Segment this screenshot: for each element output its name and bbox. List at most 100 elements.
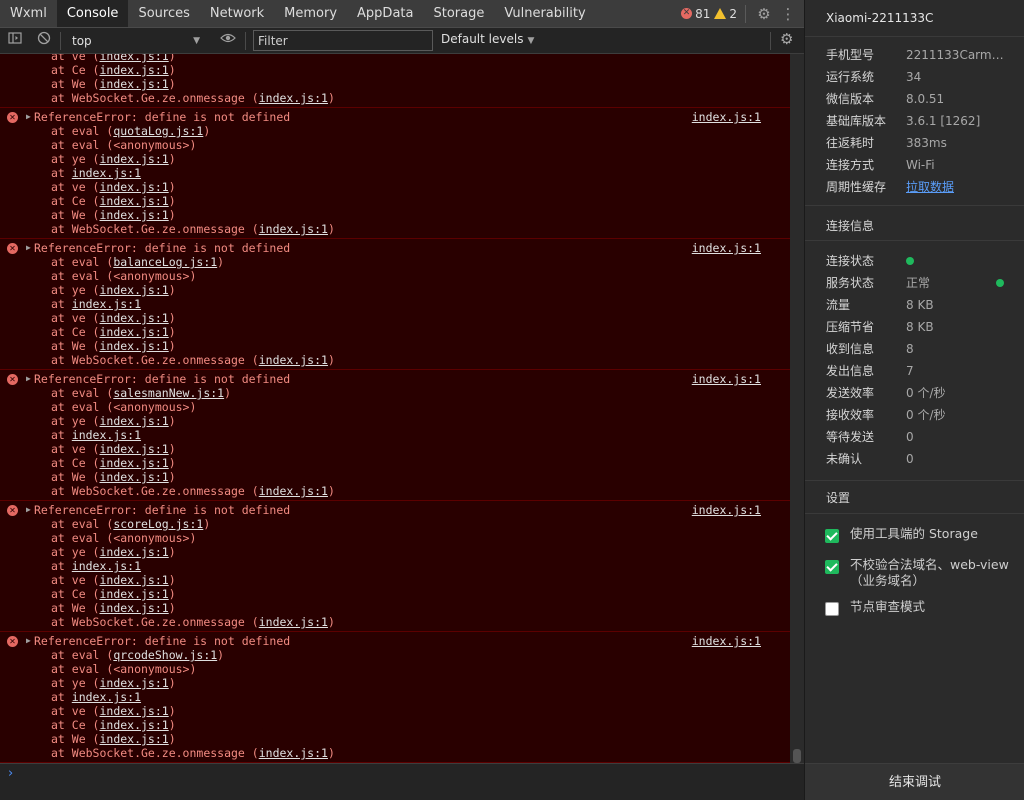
frame-source-link[interactable]: index.js:1	[99, 180, 168, 194]
frame-source-link[interactable]: index.js:1	[259, 222, 328, 236]
error-source-link[interactable]: index.js:1	[692, 503, 761, 517]
frame-source-link[interactable]: index.js:1	[99, 704, 168, 718]
setting-label[interactable]: 节点审查模式	[850, 599, 1010, 615]
frame-source-link[interactable]: index.js:1	[99, 54, 168, 63]
setting-label[interactable]: 使用工具端的 Storage	[850, 526, 1010, 542]
frame-source-link[interactable]: index.js:1	[99, 456, 168, 470]
warning-count[interactable]: 2	[714, 7, 737, 21]
frame-source-link[interactable]: index.js:1	[99, 545, 168, 559]
frame-source-link[interactable]: index.js:1	[99, 718, 168, 732]
frame-source-link[interactable]: index.js:1	[99, 339, 168, 353]
frame-source-link[interactable]: index.js:1	[99, 442, 168, 456]
frame-source-link[interactable]: index.js:1	[259, 484, 328, 498]
info-row: 未确认 0	[826, 451, 1016, 467]
sidebar-toggle-icon[interactable]	[8, 31, 22, 49]
scrollbar-thumb[interactable]	[793, 749, 801, 763]
stack-frame: at eval (quotaLog.js:1)	[34, 124, 790, 138]
info-key: 周期性缓存	[826, 180, 887, 194]
frame-prefix: at ye (	[51, 414, 100, 428]
frame-source-link[interactable]: quotaLog.js:1	[113, 124, 203, 138]
frame-source-link[interactable]: index.js:1	[72, 690, 141, 704]
info-value: 7	[906, 364, 914, 378]
frame-source-link[interactable]: index.js:1	[99, 208, 168, 222]
error-count[interactable]: ✕ 81	[681, 7, 710, 21]
frame-prefix: at Ce (	[51, 63, 100, 77]
end-debug-button[interactable]: 结束调试	[805, 763, 1024, 800]
frame-source-link[interactable]: index.js:1	[99, 676, 168, 690]
frame-suffix: )	[217, 648, 225, 662]
frame-source-link[interactable]: index.js:1	[259, 746, 328, 760]
frame-source-link[interactable]: index.js:1	[99, 601, 168, 615]
stack-frame: at ye (index.js:1)	[34, 676, 790, 690]
frame-source-link[interactable]: salesmanNew.js:1	[113, 386, 224, 400]
error-source-link[interactable]: index.js:1	[692, 372, 761, 386]
context-selector[interactable]: top ▼	[66, 31, 206, 51]
tab-storage[interactable]: Storage	[423, 0, 494, 27]
setting-checkbox[interactable]	[825, 560, 839, 574]
clear-console-icon[interactable]	[37, 31, 51, 49]
frame-source-link[interactable]: index.js:1	[99, 587, 168, 601]
frame-source-link[interactable]: index.js:1	[99, 194, 168, 208]
frame-source-link[interactable]: scoreLog.js:1	[113, 517, 203, 531]
info-row: 发送效率 0 个/秒	[826, 385, 1016, 401]
frame-source-link[interactable]: index.js:1	[259, 615, 328, 629]
frame-source-link[interactable]: index.js:1	[99, 152, 168, 166]
expand-triangle-icon[interactable]: ▶	[26, 241, 31, 255]
stack-frame: at We (index.js:1)	[34, 339, 790, 353]
frame-source-link[interactable]: index.js:1	[99, 311, 168, 325]
more-vertical-icon[interactable]: ⋮	[778, 5, 798, 23]
console-log[interactable]: at ve (index.js:1) at Ce (index.js:1) at W…	[0, 54, 790, 763]
frame-source-link[interactable]: index.js:1	[99, 470, 168, 484]
setting-checkbox[interactable]	[825, 529, 839, 543]
error-source-link[interactable]: index.js:1	[692, 241, 761, 255]
setting-label[interactable]: 不校验合法域名、web-view（业务域名）	[850, 557, 1010, 589]
tab-network[interactable]: Network	[200, 0, 274, 27]
frame-source-link[interactable]: balanceLog.js:1	[113, 255, 217, 269]
info-value-link[interactable]: 拉取数据	[906, 179, 954, 195]
log-levels-dropdown[interactable]: Default levels ▼	[441, 32, 534, 46]
filter-input[interactable]	[253, 30, 433, 51]
frame-source-link[interactable]: index.js:1	[99, 573, 168, 587]
tab-appdata[interactable]: AppData	[347, 0, 423, 27]
eye-icon[interactable]	[220, 31, 236, 49]
frame-suffix: )	[168, 180, 176, 194]
expand-triangle-icon[interactable]: ▶	[26, 634, 31, 648]
frame-source-link[interactable]: index.js:1	[72, 559, 141, 573]
console-scrollbar[interactable]	[790, 54, 804, 763]
frame-source-link[interactable]: index.js:1	[99, 77, 168, 91]
frame-source-link[interactable]: index.js:1	[99, 414, 168, 428]
frame-source-link[interactable]: qrcodeShow.js:1	[113, 648, 217, 662]
setting-checkbox[interactable]	[825, 602, 839, 616]
error-source-link[interactable]: index.js:1	[692, 634, 761, 648]
expand-triangle-icon[interactable]: ▶	[26, 372, 31, 386]
frame-source-link[interactable]: index.js:1	[72, 297, 141, 311]
info-row: 运行系统 34	[826, 69, 1016, 85]
frame-source-link[interactable]: index.js:1	[99, 283, 168, 297]
frame-source-link[interactable]: index.js:1	[259, 353, 328, 367]
expand-triangle-icon[interactable]: ▶	[26, 110, 31, 124]
frame-source-link[interactable]: index.js:1	[99, 63, 168, 77]
info-row: 接收效率 0 个/秒	[826, 407, 1016, 423]
settings-gear-icon[interactable]: ⚙	[754, 5, 774, 23]
frame-source-link[interactable]: index.js:1	[99, 325, 168, 339]
frame-prefix: at ve (	[51, 54, 100, 63]
stack-frame: at ye (index.js:1)	[34, 414, 790, 428]
error-source-link[interactable]: index.js:1	[692, 110, 761, 124]
tab-console[interactable]: Console	[56, 0, 129, 27]
frame-source-link[interactable]: index.js:1	[72, 166, 141, 180]
error-icon: ✕	[7, 636, 18, 647]
expand-triangle-icon[interactable]: ▶	[26, 503, 31, 517]
tab-vulnerability[interactable]: Vulnerability	[494, 0, 595, 27]
frame-prefix: at eval (	[51, 255, 114, 269]
error-count-value: 81	[695, 6, 711, 21]
frame-source-link[interactable]: index.js:1	[259, 91, 328, 105]
console-settings-gear-icon[interactable]: ⚙	[780, 30, 793, 48]
tab-wxml[interactable]: Wxml	[0, 0, 57, 27]
frame-source-link[interactable]: index.js:1	[72, 428, 141, 442]
tab-memory[interactable]: Memory	[274, 0, 347, 27]
console-prompt[interactable]: ›	[0, 763, 804, 800]
frame-suffix: )	[217, 255, 225, 269]
frame-source-link[interactable]: index.js:1	[99, 732, 168, 746]
info-row: 连接方式 Wi-Fi	[826, 157, 1016, 173]
tab-sources[interactable]: Sources	[128, 0, 199, 27]
